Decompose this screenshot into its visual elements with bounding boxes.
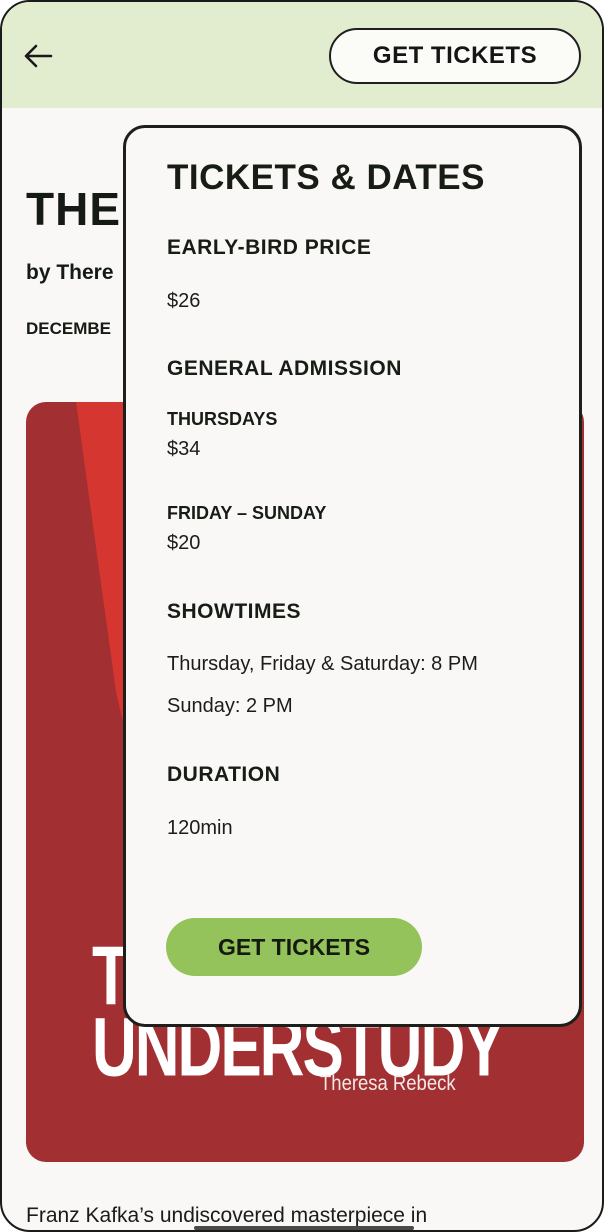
early-bird-price: $26 (167, 290, 201, 312)
home-indicator (194, 1226, 414, 1230)
top-app-bar: GET TICKETS (2, 2, 602, 108)
showtimes-line-2: Sunday: 2 PM (167, 695, 293, 717)
general-admission-heading: GENERAL ADMISSION (167, 357, 402, 380)
panel-get-tickets-button[interactable]: GET TICKETS (166, 918, 422, 976)
weekend-price: $20 (167, 532, 201, 554)
show-description: Franz Kafka’s undiscovered masterpiece i… (26, 1204, 428, 1227)
thursdays-price: $34 (167, 438, 201, 460)
showtimes-line-1: Thursday, Friday & Saturday: 8 PM (167, 653, 478, 675)
weekend-label: FRIDAY – SUNDAY (167, 503, 327, 523)
page-title: THE (26, 183, 121, 235)
tickets-dates-panel: TICKETS & DATES EARLY-BIRD PRICE $26 GEN… (123, 125, 582, 1027)
panel-title: TICKETS & DATES (167, 158, 485, 197)
duration-value: 120min (167, 817, 233, 839)
arrow-left-icon (24, 44, 53, 68)
duration-heading: DURATION (167, 763, 281, 786)
early-bird-heading: EARLY-BIRD PRICE (167, 236, 372, 259)
showtimes-heading: SHOWTIMES (167, 600, 301, 623)
show-author: by There (26, 261, 114, 284)
poster-author: Theresa Rebeck (320, 1072, 456, 1095)
back-button[interactable] (20, 38, 60, 74)
show-dates: DECEMBE (26, 319, 112, 338)
phone-screen: GET TICKETS THE by There DECEMBE THE UND… (0, 0, 604, 1232)
get-tickets-button[interactable]: GET TICKETS (329, 28, 581, 84)
thursdays-label: THURSDAYS (167, 409, 278, 429)
